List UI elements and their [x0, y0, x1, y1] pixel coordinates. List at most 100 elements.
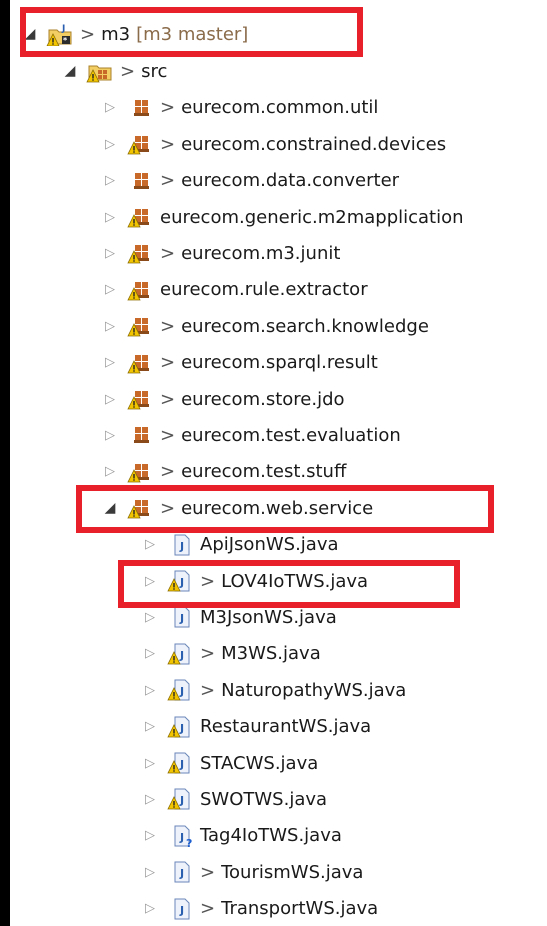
tree-item-java-file[interactable]: ▷ J? Tag4IoTWS.java [10, 821, 547, 851]
tree-item-text: eurecom.test.evaluation [181, 424, 401, 446]
dirty-marker: > [160, 424, 176, 446]
tree-item-label: > eurecom.m3.junit [160, 243, 340, 264]
tree-item-java-file[interactable]: ▷ J ApiJsonWS.java [10, 530, 547, 560]
tree-item-java-file[interactable]: ▷ J > TourismWS.java [10, 857, 547, 887]
highlight-box-web-service [76, 485, 494, 534]
dirty-marker: > [160, 388, 176, 410]
triangle-right-icon[interactable]: ▷ [102, 392, 118, 407]
tree-item-package[interactable]: ▷ > eurecom.m3.junit [10, 238, 547, 268]
tree-item-text: eurecom.sparql.result [181, 352, 378, 374]
tree-item-text: TourismWS.java [221, 861, 364, 883]
java-file-icon: J [166, 533, 194, 557]
dirty-marker: > [200, 861, 216, 883]
triangle-right-icon[interactable]: ▷ [102, 173, 118, 188]
tree-item-text: eurecom.generic.m2mapplication [160, 206, 464, 228]
java-file-icon: J? [166, 824, 194, 848]
triangle-right-icon[interactable]: ▷ [142, 901, 158, 916]
package-explorer-tree: ◢ J * > m3 [m3 master] ◢ > src ▷ > eurecom.com… [10, 0, 547, 926]
package-icon [126, 96, 154, 120]
triangle-right-icon[interactable]: ▷ [142, 865, 158, 880]
svg-text:J: J [179, 685, 184, 698]
dirty-marker: > [160, 352, 176, 374]
tree-item-java-file[interactable]: ▷ J STACWS.java [10, 748, 547, 778]
package-icon [126, 387, 154, 411]
package-icon [126, 132, 154, 156]
tree-item-label: ApiJsonWS.java [200, 534, 339, 555]
svg-text:J: J [179, 649, 184, 662]
tree-item-label: Tag4IoTWS.java [200, 825, 342, 846]
tree-item-java-file[interactable]: ▷ J > TransportWS.java [10, 894, 547, 924]
tree-item-label: > eurecom.data.converter [160, 170, 399, 191]
tree-item-package[interactable]: ▷ > eurecom.store.jdo [10, 384, 547, 414]
java-file-icon: J [166, 642, 194, 666]
tree-item-java-file[interactable]: ▷ J > M3WS.java [10, 639, 547, 669]
tree-item-text: RestaurantWS.java [200, 716, 372, 738]
triangle-right-icon[interactable]: ▷ [102, 319, 118, 334]
package-icon [126, 423, 154, 447]
tree-item-label: SWOTWS.java [200, 789, 327, 810]
triangle-right-icon[interactable]: ▷ [102, 355, 118, 370]
tree-item-label: > eurecom.sparql.result [160, 352, 378, 373]
java-file-icon: J [166, 678, 194, 702]
tree-item-src[interactable]: ◢ > src [10, 56, 547, 86]
triangle-right-icon[interactable]: ▷ [142, 756, 158, 771]
tree-item-label: > NaturopathyWS.java [200, 680, 406, 701]
tree-item-java-file[interactable]: ▷ J SWOTWS.java [10, 784, 547, 814]
tree-item-label: > eurecom.constrained.devices [160, 134, 446, 155]
dirty-marker: > [160, 170, 176, 192]
triangle-right-icon[interactable]: ▷ [102, 464, 118, 479]
triangle-right-icon[interactable]: ▷ [102, 137, 118, 152]
tree-item-label: > eurecom.search.knowledge [160, 316, 429, 337]
tree-item-package[interactable]: ▷ > eurecom.common.util [10, 93, 547, 123]
triangle-right-icon[interactable]: ▷ [142, 646, 158, 661]
svg-text:J: J [179, 904, 184, 917]
tree-item-package[interactable]: ▷ eurecom.rule.extractor [10, 275, 547, 305]
tree-item-text: eurecom.m3.junit [181, 242, 341, 264]
tree-item-package[interactable]: ▷ > eurecom.test.evaluation [10, 420, 547, 450]
triangle-right-icon[interactable]: ▷ [142, 537, 158, 552]
tree-item-label: eurecom.generic.m2mapplication [160, 207, 464, 228]
tree-item-label: > eurecom.common.util [160, 97, 378, 118]
tree-item-package[interactable]: ▷ > eurecom.data.converter [10, 166, 547, 196]
tree-item-text: eurecom.test.stuff [181, 461, 347, 483]
package-icon [126, 241, 154, 265]
triangle-right-icon[interactable]: ▷ [142, 610, 158, 625]
tree-item-text: Tag4IoTWS.java [200, 825, 342, 847]
tree-item-java-file[interactable]: ▷ J RestaurantWS.java [10, 712, 547, 742]
dirty-marker: > [200, 643, 216, 665]
tree-item-text: eurecom.rule.extractor [160, 279, 368, 301]
tree-item-text: eurecom.constrained.devices [181, 133, 447, 155]
triangle-right-icon[interactable]: ▷ [142, 792, 158, 807]
tree-item-package[interactable]: ▷ > eurecom.sparql.result [10, 348, 547, 378]
tree-item-java-file[interactable]: ▷ J > NaturopathyWS.java [10, 675, 547, 705]
java-file-icon: J [166, 787, 194, 811]
dirty-marker: > [160, 242, 176, 264]
highlight-box-project [20, 7, 363, 57]
tree-item-label: > eurecom.test.evaluation [160, 425, 401, 446]
svg-text:J: J [179, 831, 184, 844]
triangle-right-icon[interactable]: ▷ [102, 210, 118, 225]
triangle-right-icon[interactable]: ▷ [142, 683, 158, 698]
package-icon [126, 460, 154, 484]
triangle-right-icon[interactable]: ▷ [142, 719, 158, 734]
triangle-right-icon[interactable]: ▷ [142, 828, 158, 843]
package-icon [126, 169, 154, 193]
tree-item-package[interactable]: ▷ > eurecom.search.knowledge [10, 311, 547, 341]
triangle-right-icon[interactable]: ▷ [102, 428, 118, 443]
tree-item-label: > eurecom.store.jdo [160, 389, 345, 410]
dirty-marker: > [160, 133, 176, 155]
tree-item-label: > TourismWS.java [200, 862, 363, 883]
tree-item-label: > M3WS.java [200, 643, 321, 664]
triangle-right-icon[interactable]: ▷ [102, 100, 118, 115]
triangle-down-icon[interactable]: ◢ [62, 63, 78, 79]
svg-text:J: J [179, 794, 184, 807]
triangle-right-icon[interactable]: ▷ [102, 246, 118, 261]
tree-item-label: M3JsonWS.java [200, 607, 337, 628]
tree-item-package[interactable]: ▷ > eurecom.constrained.devices [10, 129, 547, 159]
tree-item-text: ApiJsonWS.java [200, 534, 339, 556]
java-file-icon: J [166, 605, 194, 629]
tree-item-package[interactable]: ▷ > eurecom.test.stuff [10, 457, 547, 487]
tree-item-package[interactable]: ▷ eurecom.generic.m2mapplication [10, 202, 547, 232]
triangle-right-icon[interactable]: ▷ [102, 282, 118, 297]
tree-item-label: eurecom.rule.extractor [160, 279, 368, 300]
